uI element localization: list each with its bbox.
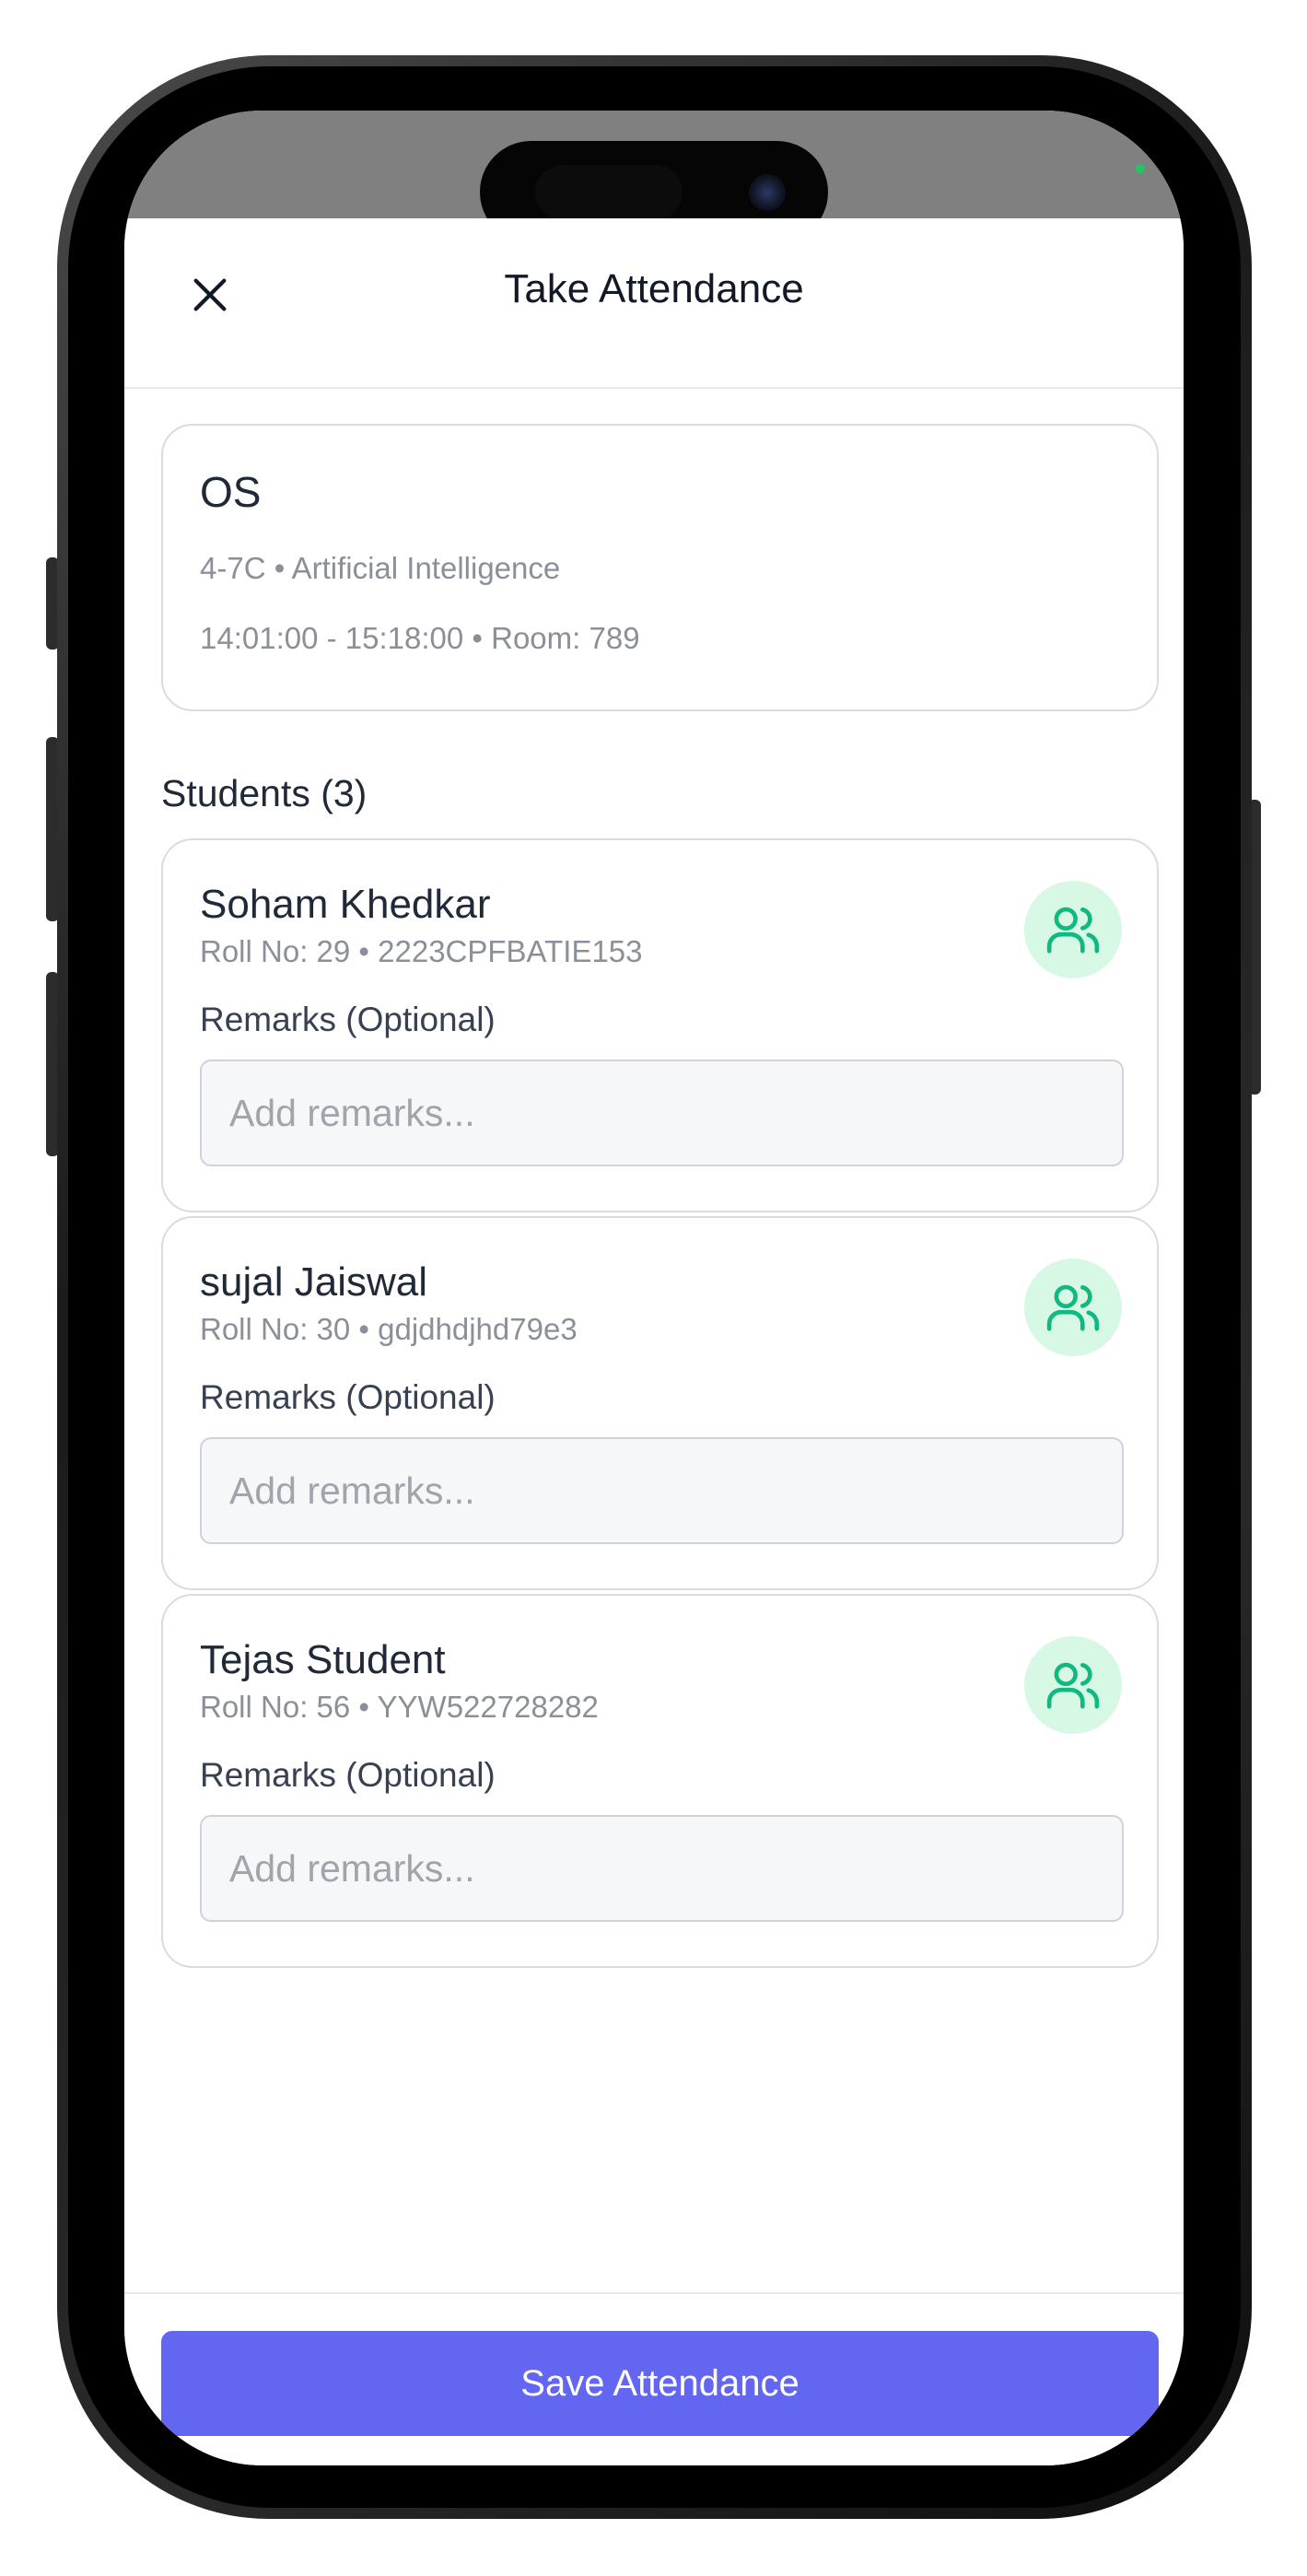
student-roll-info: Roll No: 30 • gdjdhdjhd79e3	[200, 1312, 578, 1346]
page-title: Take Attendance	[504, 266, 804, 311]
attendance-content[interactable]: OS 4-7C • Artificial Intelligence 14:01:…	[161, 424, 1159, 1972]
privacy-indicator-dot	[1136, 164, 1145, 173]
student-name: sujal Jaiswal	[200, 1259, 427, 1305]
student-name: Tejas Student	[200, 1637, 446, 1682]
remarks-label: Remarks (Optional)	[200, 1001, 496, 1038]
remarks-label: Remarks (Optional)	[200, 1756, 496, 1794]
users-icon	[1046, 907, 1100, 954]
student-roll-info: Roll No: 56 • YYW522728282	[200, 1690, 599, 1724]
class-time-room: 14:01:00 - 15:18:00 • Room: 789	[200, 621, 640, 655]
student-card: Tejas Student Roll No: 56 • YYW522728282…	[161, 1594, 1159, 1968]
users-icon	[1046, 1284, 1100, 1331]
class-name: OS	[200, 468, 262, 516]
app-header: Take Attendance	[124, 218, 1184, 389]
students-section-title: Students (3)	[161, 772, 368, 814]
student-card: Soham Khedkar Roll No: 29 • 2223CPFBATIE…	[161, 838, 1159, 1212]
class-division-subject: 4-7C • Artificial Intelligence	[200, 551, 561, 585]
student-roll-info: Roll No: 29 • 2223CPFBATIE153	[200, 934, 643, 968]
device-canvas: Take Attendance OS 4-7C • Artificial Int…	[0, 0, 1307, 2576]
remarks-input[interactable]	[200, 1437, 1124, 1544]
front-camera-icon	[749, 174, 786, 211]
student-card: sujal Jaiswal Roll No: 30 • gdjdhdjhd79e…	[161, 1216, 1159, 1590]
attendance-status-toggle[interactable]	[1024, 1259, 1122, 1356]
attendance-status-toggle[interactable]	[1024, 1636, 1122, 1734]
remarks-input[interactable]	[200, 1060, 1124, 1166]
save-attendance-button[interactable]: Save Attendance	[161, 2331, 1159, 2436]
users-icon	[1046, 1662, 1100, 1709]
remarks-label: Remarks (Optional)	[200, 1378, 496, 1416]
face-id-sensor	[535, 165, 683, 220]
attendance-status-toggle[interactable]	[1024, 881, 1122, 978]
footer-bar: Save Attendance	[124, 2292, 1184, 2465]
students-list: Soham Khedkar Roll No: 29 • 2223CPFBATIE…	[161, 838, 1159, 1968]
phone-screen: Take Attendance OS 4-7C • Artificial Int…	[124, 111, 1184, 2465]
student-name: Soham Khedkar	[200, 882, 491, 927]
class-info-card: OS 4-7C • Artificial Intelligence 14:01:…	[161, 424, 1159, 711]
remarks-input[interactable]	[200, 1815, 1124, 1922]
